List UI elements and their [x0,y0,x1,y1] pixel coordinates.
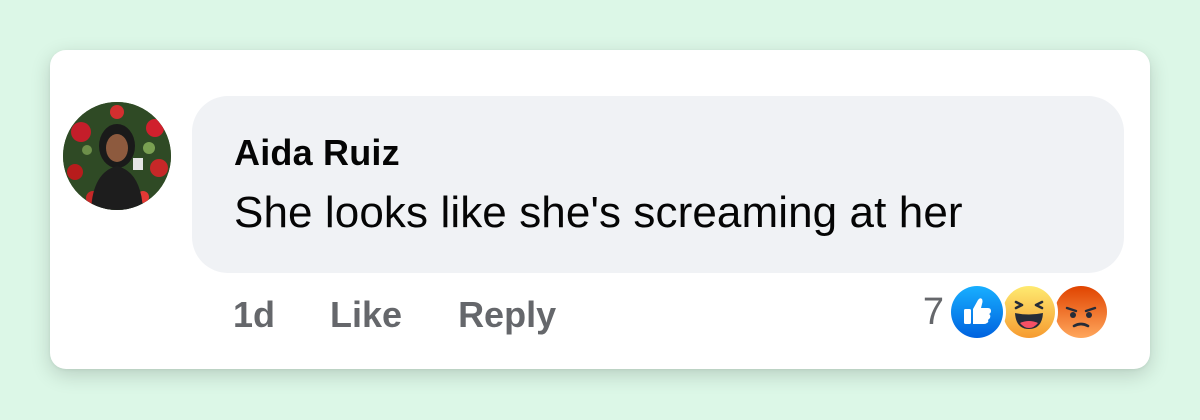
haha-icon [1000,283,1058,341]
comment-timestamp[interactable]: 1d [233,294,275,336]
avatar[interactable] [63,102,171,210]
angry-icon [1052,283,1110,341]
reaction-count: 7 [922,290,944,333]
reactions-summary[interactable]: 7 [923,283,1110,341]
like-button[interactable]: Like [330,294,402,336]
like-icon [948,283,1006,341]
comment-actions: 1d Like Reply [233,294,556,336]
comment-author[interactable]: Aida Ruiz [234,132,400,174]
comment-card: Aida Ruiz She looks like she's screaming… [50,50,1150,369]
comment-text: She looks like she's screaming at her [234,188,963,237]
comment-bubble: Aida Ruiz She looks like she's screaming… [192,96,1124,273]
reply-button[interactable]: Reply [458,294,556,336]
